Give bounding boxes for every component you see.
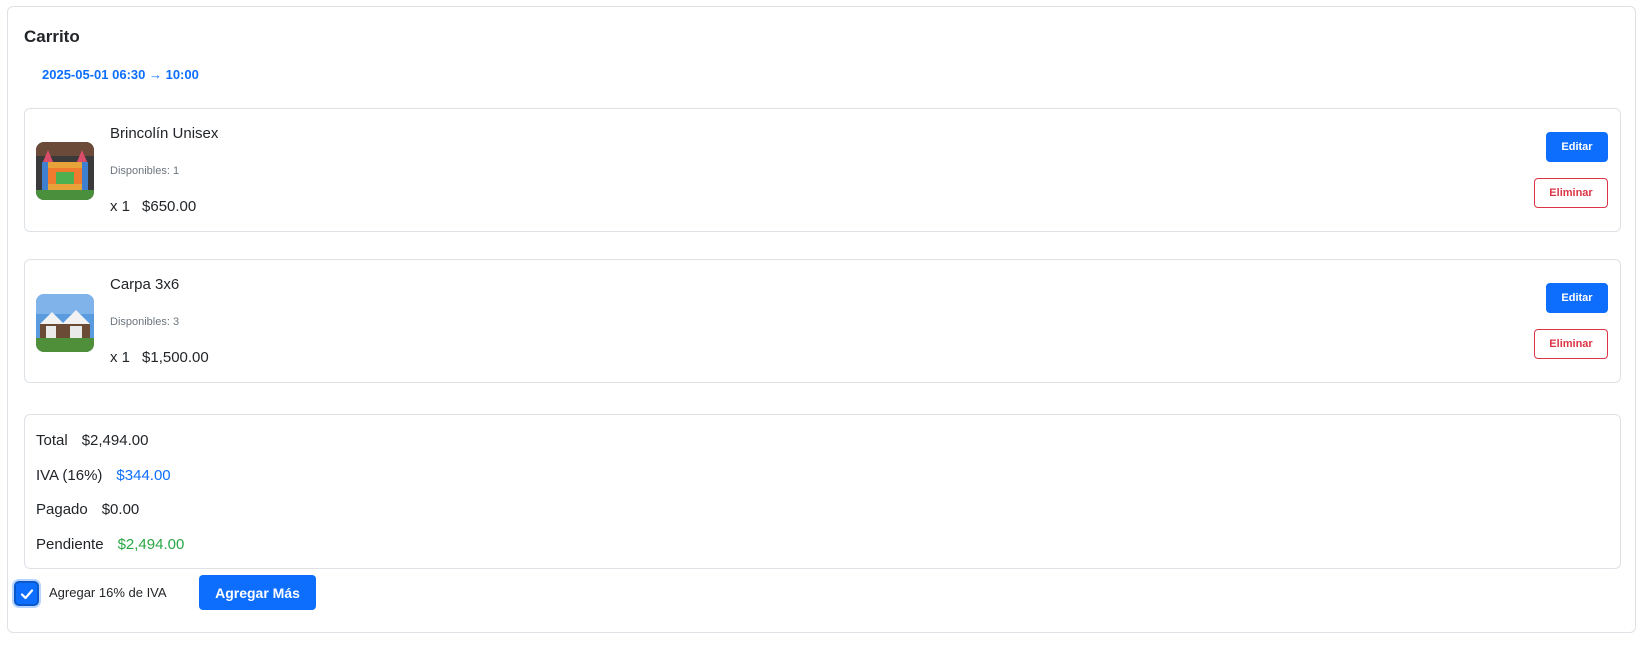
iva-value: $344.00 xyxy=(116,467,171,484)
edit-button[interactable]: Editar xyxy=(1546,283,1608,313)
totals-summary: Total $2,494.00 IVA (16%) $344.00 Pagado $0… xyxy=(24,414,1621,569)
edit-button[interactable]: Editar xyxy=(1546,132,1608,162)
tent-image xyxy=(36,294,94,352)
item-name: Brincolín Unisex xyxy=(110,125,219,142)
item-qty-price: x 1 $1,500.00 xyxy=(110,349,209,366)
paid-row: Pagado $0.00 xyxy=(36,501,139,518)
cart-item: Brincolín Unisex Disponibles: 1 x 1 $650.… xyxy=(24,108,1621,232)
add-iva-checkbox[interactable] xyxy=(14,581,39,606)
iva-row: IVA (16%) $344.00 xyxy=(36,467,171,484)
add-more-button[interactable]: Agregar Más xyxy=(199,575,316,610)
item-quantity: x 1 xyxy=(110,349,131,366)
delete-button[interactable]: Eliminar xyxy=(1534,329,1608,359)
pending-label: Pendiente xyxy=(36,536,104,553)
item-availability: Disponibles: 1 xyxy=(110,165,180,177)
cart-item: Carpa 3x6 Disponibles: 3 x 1 $1,500.00 Ed… xyxy=(24,259,1621,383)
item-qty-price: x 1 $650.00 xyxy=(110,198,196,215)
item-price: $1,500.00 xyxy=(142,349,209,366)
checkmark-icon xyxy=(20,588,33,599)
delete-button[interactable]: Eliminar xyxy=(1534,178,1608,208)
date-range: 2025-05-01 06:30 → 10:00 xyxy=(42,67,199,82)
paid-label: Pagado xyxy=(36,501,88,518)
cart-card: Carrito 2025-05-01 06:30 → 10:00 Brincol… xyxy=(7,6,1636,633)
pending-row: Pendiente $2,494.00 xyxy=(36,536,184,553)
item-availability: Disponibles: 3 xyxy=(110,316,180,328)
item-name: Carpa 3x6 xyxy=(110,276,180,293)
cart-title: Carrito xyxy=(24,27,80,46)
paid-value: $0.00 xyxy=(101,501,140,518)
add-iva-label[interactable]: Agregar 16% de IVA xyxy=(49,585,167,600)
item-price: $650.00 xyxy=(142,198,197,215)
pending-value: $2,494.00 xyxy=(117,536,185,553)
iva-label: IVA (16%) xyxy=(36,467,103,484)
total-label: Total xyxy=(36,432,68,449)
total-value: $2,494.00 xyxy=(81,432,149,449)
bounce-house-image xyxy=(36,142,94,200)
total-row: Total $2,494.00 xyxy=(36,432,148,449)
item-quantity: x 1 xyxy=(110,198,131,215)
